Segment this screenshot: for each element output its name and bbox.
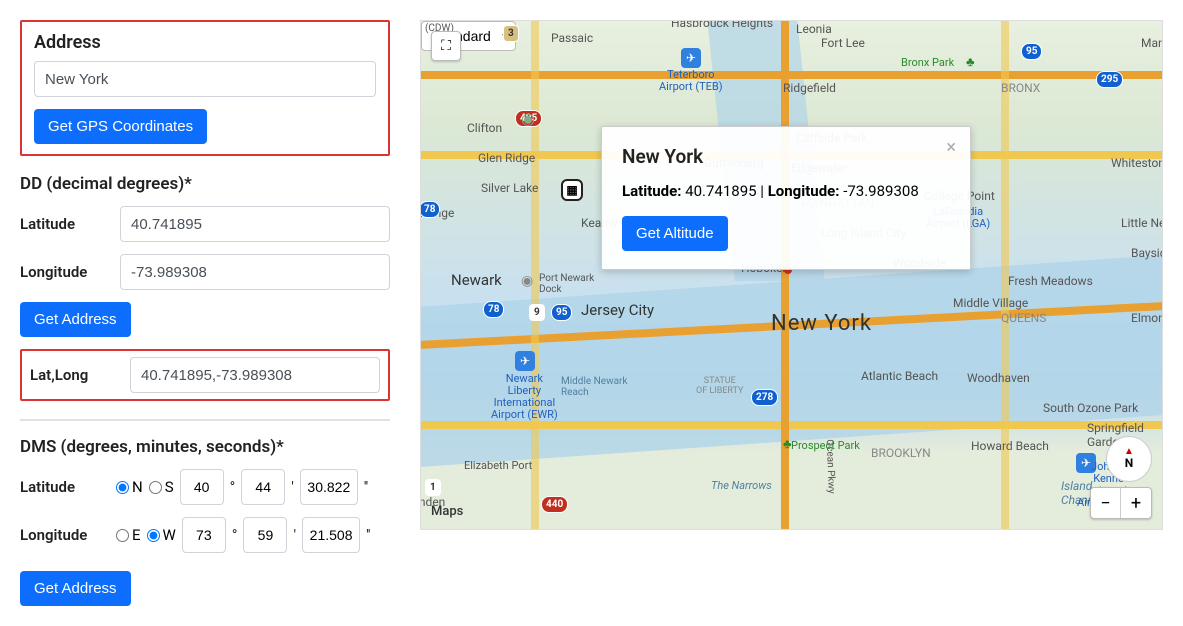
map-label-narrows: The Narrows [711, 479, 772, 492]
map-label-bronx-park: Bronx Park [901, 56, 954, 69]
address-section: Address Get GPS Coordinates [20, 20, 390, 156]
map-label-elizabeth-port: Elizabeth Port [464, 459, 532, 472]
map-label-little-neck: Little Neck [1121, 216, 1163, 230]
poi-icon: ◉ [521, 109, 535, 128]
map-label-bronx: BRONX [1001, 81, 1040, 95]
tree-icon: ♣ [783, 436, 792, 452]
map-label-elmont: Elmont [1131, 311, 1163, 325]
dms-lat-label: Latitude [20, 478, 110, 496]
interstate-badge: 278 [751, 389, 778, 406]
compass-icon[interactable]: ▲ N [1106, 436, 1152, 482]
map-label-howard-beach: Howard Beach [971, 439, 1049, 453]
info-title: New York [622, 145, 950, 168]
map-background[interactable]: New York Newark Jersey City Hoboken BRON… [421, 21, 1162, 529]
map-panel[interactable]: New York Newark Jersey City Hoboken BRON… [420, 20, 1163, 530]
fullscreen-icon[interactable]: ⛶ [431, 31, 461, 61]
compass-arrow: ▲ [1124, 448, 1134, 456]
dms-lat-deg-input[interactable] [180, 469, 224, 505]
map-info-window: × New York Latitude: 40.741895 | Longitu… [601, 126, 971, 270]
map-label-ridgefield: Ridgefield [783, 81, 836, 95]
map-label-hasbrouck: Hasbrouck Heights [671, 20, 773, 30]
map-label-manorha: Manorha [1141, 36, 1163, 50]
route-badge: 3 [503, 25, 519, 42]
dms-lon-sec-input[interactable] [302, 517, 360, 553]
map-3d-toggle[interactable]: ▦ [561, 179, 583, 201]
dd-heading: DD (decimal degrees)* [20, 174, 390, 194]
interstate-badge: 95 [551, 304, 572, 321]
zoom-control: − + [1090, 487, 1152, 519]
map-label-new-york: New York [771, 311, 872, 336]
latlong-section: Lat,Long [20, 349, 390, 401]
address-title: Address [34, 32, 376, 53]
divider [20, 419, 390, 421]
map-label-newark-airport: Newark Liberty International Airport (EW… [491, 373, 558, 421]
map-label-statue: STATUE OF LIBERTY [696, 376, 743, 396]
airplane-icon: ✈ [515, 351, 535, 371]
dd-lon-label: Longitude [20, 263, 110, 281]
dms-lat-n-radio[interactable]: N [116, 478, 143, 496]
dms-lat-sec-input[interactable] [300, 469, 358, 505]
airplane-icon: ✈ [681, 48, 701, 68]
interstate-badge: 95 [1021, 43, 1042, 60]
dms-heading: DMS (degrees, minutes, seconds)* [20, 437, 390, 457]
map-label-atlantic-beach: Atlantic Beach [861, 369, 938, 383]
latlong-label: Lat,Long [30, 366, 120, 384]
us-route-badge: 9 [529, 304, 545, 321]
map-label-port-newark: Port Newark Dock [539, 273, 594, 295]
interstate-badge: 78 [483, 301, 504, 318]
map-label-silver-lake: Silver Lake [481, 181, 538, 195]
dd-get-address-button[interactable]: Get Address [20, 302, 131, 337]
map-label-newark: Newark [451, 271, 502, 289]
map-label-brooklyn: BROOKLYN [871, 446, 931, 460]
route-badge: 440 [541, 496, 568, 513]
dms-lon-min-input[interactable] [243, 517, 287, 553]
map-label-fresh-meadows: Fresh Meadows [1008, 274, 1093, 288]
tree-icon: ♣ [966, 54, 975, 70]
map-label-prospect-park: Prospect Park [791, 439, 860, 452]
us-route-badge: 1 [425, 479, 441, 496]
dd-lat-label: Latitude [20, 215, 110, 233]
map-label-queens: QUEENS [1001, 311, 1046, 325]
info-coords: Latitude: 40.741895 | Longitude: -73.989… [622, 182, 950, 200]
map-label-fort-lee: Fort Lee [821, 36, 865, 50]
zoom-in-button[interactable]: + [1121, 488, 1151, 518]
dms-get-address-button[interactable]: Get Address [20, 571, 131, 606]
interstate-badge: 78 [420, 201, 440, 218]
close-icon[interactable]: × [946, 137, 956, 158]
poi-icon: ◉ [521, 273, 533, 289]
dms-lon-deg-input[interactable] [182, 517, 226, 553]
map-label-woodhaven: Woodhaven [967, 371, 1030, 385]
interstate-badge: 295 [1096, 71, 1123, 88]
map-label-middle-reach: Middle Newark Reach [561, 376, 628, 398]
map-label-whitestone: Whitestone [1111, 156, 1163, 170]
dd-lon-input[interactable] [120, 254, 390, 290]
dms-lon-label: Longitude [20, 526, 110, 544]
get-altitude-button[interactable]: Get Altitude [622, 216, 728, 251]
map-label-south-ozone: South Ozone Park [1043, 401, 1138, 415]
zoom-out-button[interactable]: − [1091, 488, 1121, 518]
dms-lon-w-radio[interactable]: W [147, 526, 176, 544]
map-label-passaic: Passaic [551, 31, 593, 45]
latlong-input[interactable] [130, 357, 380, 393]
map-label-middle-village: Middle Village [953, 296, 1028, 310]
address-input[interactable] [34, 61, 376, 97]
map-label-glen-ridge: Glen Ridge [478, 151, 535, 165]
dms-lon-e-radio[interactable]: E [116, 526, 141, 544]
map-label-bayside: Bayside [1131, 246, 1163, 260]
map-label-clifton: Clifton [467, 121, 502, 135]
map-label-leonia: Leonia [796, 22, 832, 36]
dd-lat-input[interactable] [120, 206, 390, 242]
maps-attribution: Maps [431, 504, 463, 519]
dms-lat-s-radio[interactable]: S [149, 478, 174, 496]
dms-lat-min-input[interactable] [241, 469, 285, 505]
map-label-teterboro: Teterboro Airport (TEB) [659, 69, 723, 93]
get-gps-button[interactable]: Get GPS Coordinates [34, 109, 207, 144]
map-label-jersey-city: Jersey City [581, 301, 654, 319]
